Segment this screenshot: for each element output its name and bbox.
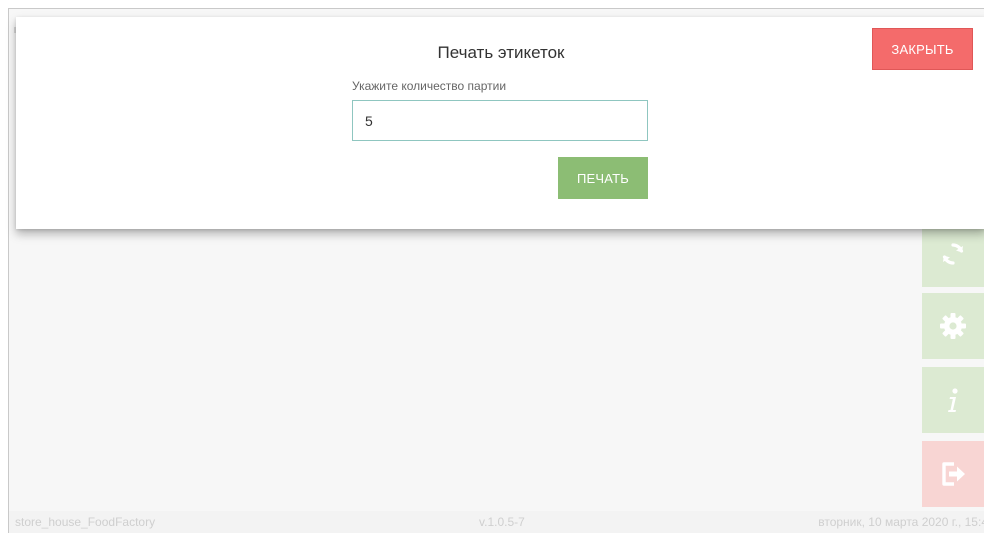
current-datetime: вторник, 10 марта 2020 г., 15:4: [818, 515, 984, 529]
print-button[interactable]: ПЕЧАТЬ: [558, 157, 648, 199]
status-footer: store_house_FoodFactory v.1.0.5-7 вторни…: [9, 511, 984, 533]
info-icon: [941, 386, 965, 414]
info-button[interactable]: [922, 367, 984, 433]
close-button[interactable]: ЗАКРЫТЬ: [872, 28, 973, 70]
logout-button[interactable]: [922, 441, 984, 507]
quantity-input[interactable]: [352, 100, 648, 141]
store-name: store_house_FoodFactory: [15, 515, 156, 529]
settings-button[interactable]: [922, 293, 984, 359]
sync-icon: [939, 240, 967, 268]
gear-icon: [938, 311, 968, 341]
screen: store_house_FoodFactory v.1.0.5-7 вторни…: [0, 0, 984, 533]
logout-icon: [939, 460, 967, 488]
print-labels-dialog: Печать этикеток ЗАКРЫТЬ Укажите количест…: [16, 17, 984, 229]
quantity-label: Укажите количество партии: [352, 79, 507, 93]
dialog-title: Печать этикеток: [437, 43, 565, 62]
app-version: v.1.0.5-7: [479, 515, 525, 529]
sync-button[interactable]: [922, 221, 984, 287]
